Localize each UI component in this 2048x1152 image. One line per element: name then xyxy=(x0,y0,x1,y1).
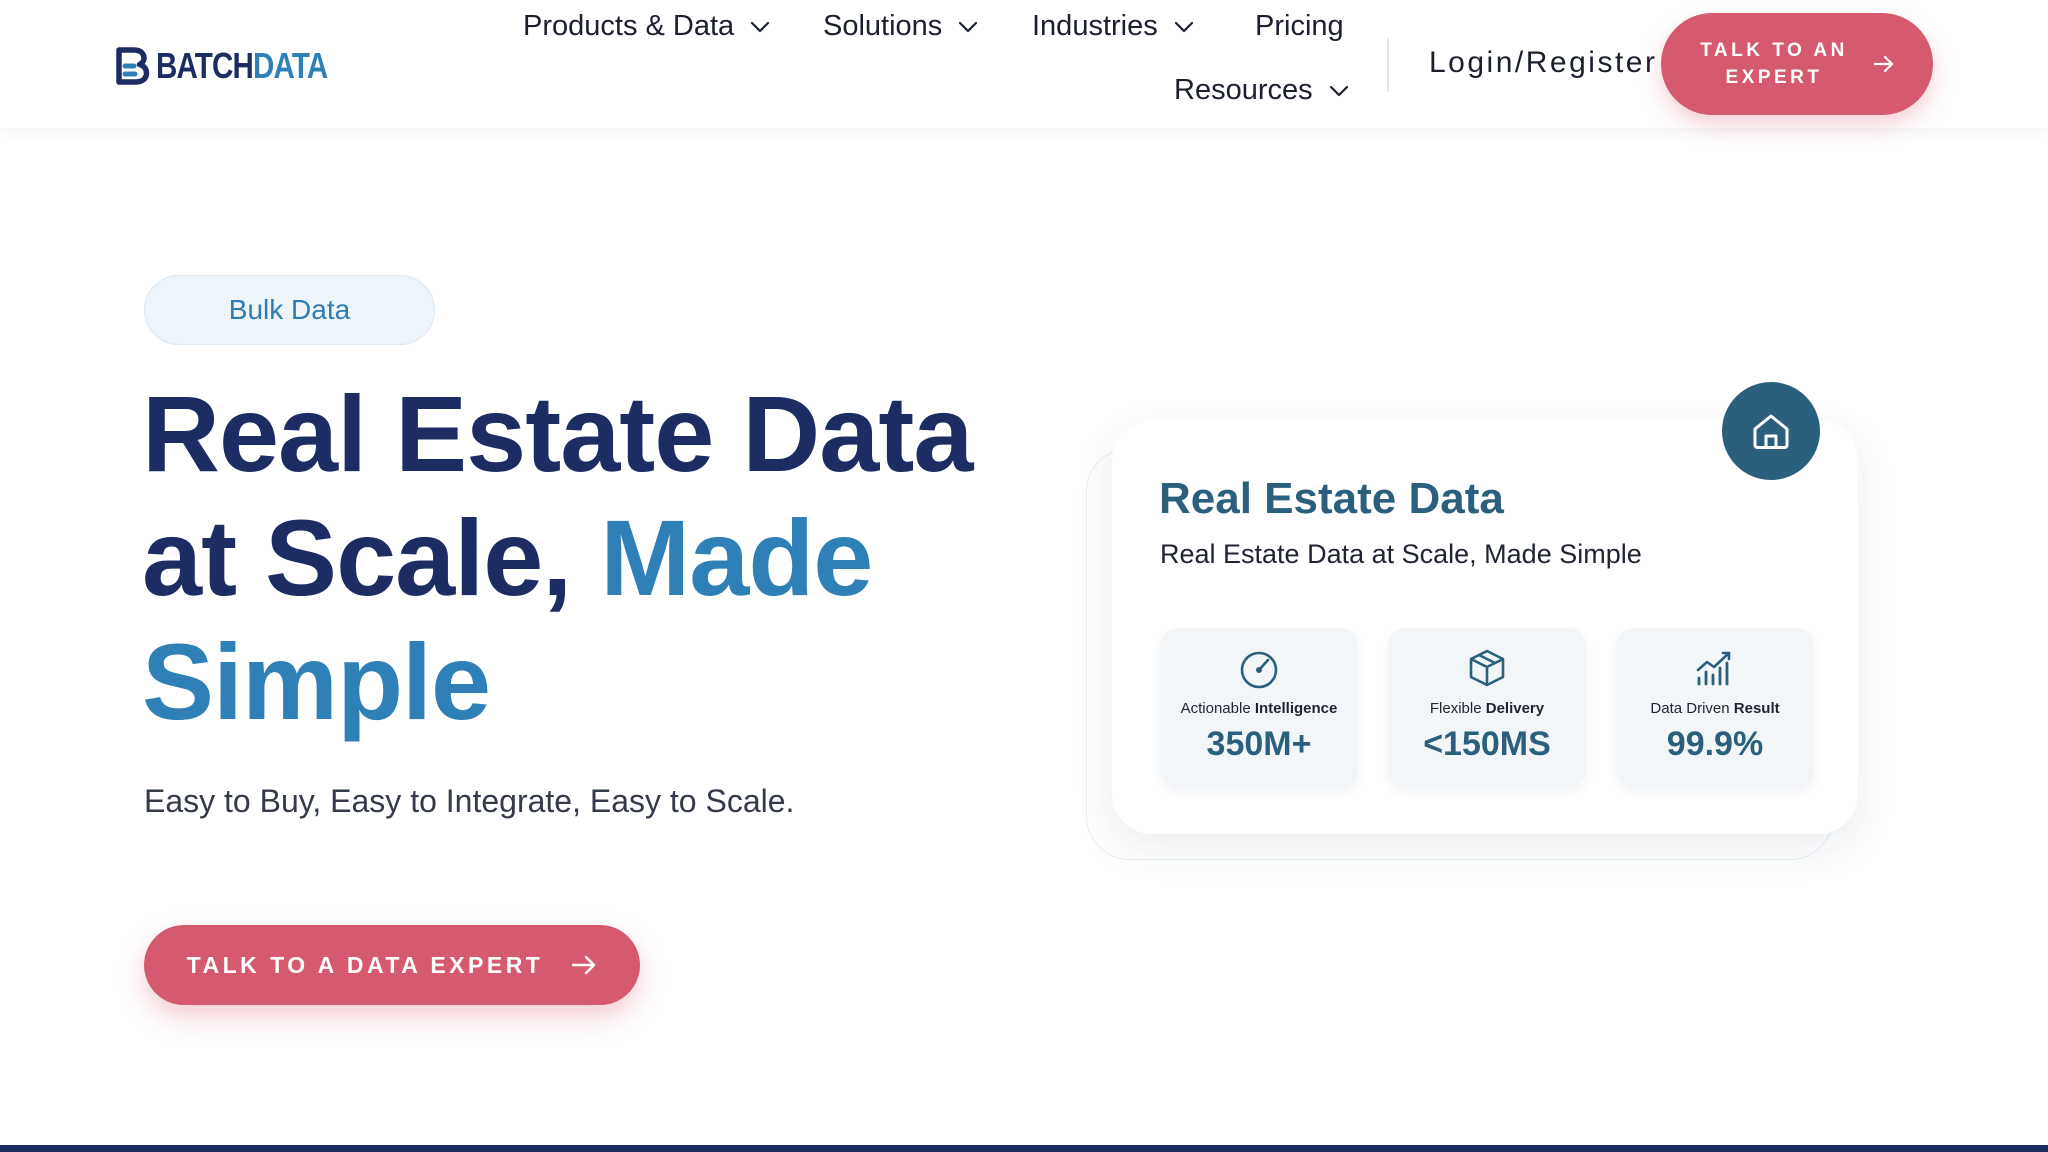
nav-pricing[interactable]: Pricing xyxy=(1255,10,1344,43)
stat-label-delivery: Flexible Delivery xyxy=(1388,700,1586,717)
hero-title-accent-made: Made xyxy=(600,497,873,618)
nav-divider xyxy=(1387,38,1389,92)
stat-label-intelligence: Actionable Intelligence xyxy=(1160,700,1358,717)
stat-label-bold: Delivery xyxy=(1485,700,1545,717)
hero-title-line-2-text: at Scale, xyxy=(142,497,572,618)
talk-to-expert-button[interactable]: TALK TO AN EXPERT xyxy=(1661,13,1933,115)
nav-resources-label: Resources xyxy=(1174,74,1313,106)
chevron-down-icon xyxy=(1329,85,1348,96)
hero-title-line-1: Real Estate Data xyxy=(142,373,973,494)
hero-title: Real Estate Data at Scale, Made Simple xyxy=(142,372,1042,744)
nav-resources[interactable]: Resources xyxy=(1174,74,1349,107)
nav-products-data-label: Products & Data xyxy=(523,10,735,42)
logo-wordmark: BATCH DATA xyxy=(156,45,328,87)
logo-text-batch: BATCH xyxy=(156,45,254,86)
bulk-data-badge: Bulk Data xyxy=(144,275,435,345)
arrow-right-icon xyxy=(1873,55,1894,73)
chevron-down-icon xyxy=(1174,21,1193,32)
chart-trend-icon xyxy=(1696,651,1731,686)
stat-card-delivery: Flexible Delivery <150MS xyxy=(1388,628,1586,788)
nav-pricing-label: Pricing xyxy=(1255,10,1344,42)
home-icon xyxy=(1753,414,1789,449)
logo[interactable]: BATCH DATA xyxy=(114,45,365,87)
stat-label-bold: Result xyxy=(1733,700,1780,717)
stat-card-intelligence: Actionable Intelligence 350M+ xyxy=(1160,628,1358,788)
nav-industries[interactable]: Industries xyxy=(1032,10,1194,43)
talk-to-expert-label: TALK TO AN EXPERT xyxy=(1700,40,1848,88)
batchdata-logo-icon xyxy=(116,47,150,85)
talk-to-data-expert-button[interactable]: TALK TO A DATA EXPERT xyxy=(144,925,640,1005)
stat-card-result: Data Driven Result 99.9% xyxy=(1616,628,1814,788)
nav-solutions[interactable]: Solutions xyxy=(823,10,978,43)
nav-products-data[interactable]: Products & Data xyxy=(523,10,770,43)
hero-subtitle: Easy to Buy, Easy to Integrate, Easy to … xyxy=(144,783,795,819)
stat-label-plain: Actionable xyxy=(1180,700,1251,717)
section-divider-bar xyxy=(0,1145,2048,1152)
nav-solutions-label: Solutions xyxy=(823,10,943,42)
card-subtitle: Real Estate Data at Scale, Made Simple xyxy=(1160,539,1642,569)
talk-to-data-expert-label: TALK TO A DATA EXPERT xyxy=(186,951,544,978)
nav-industries-label: Industries xyxy=(1032,10,1158,42)
stat-label-bold: Intelligence xyxy=(1254,700,1338,717)
arrow-right-icon xyxy=(572,955,596,975)
chevron-down-icon xyxy=(959,21,978,32)
stat-value-delivery: <150MS xyxy=(1423,725,1551,763)
stat-value-result: 99.9% xyxy=(1666,725,1764,763)
logo-text-data: DATA xyxy=(253,45,328,86)
hero-title-line-2: at Scale, Made xyxy=(142,496,1042,620)
stat-label-plain: Flexible xyxy=(1429,700,1482,717)
hero-title-accent-simple: Simple xyxy=(142,621,491,742)
home-badge xyxy=(1722,382,1820,480)
box-icon xyxy=(1469,649,1505,687)
site-header: BATCH DATA Products & Data Solutions Indu… xyxy=(0,0,2048,128)
stat-value-intelligence: 350M+ xyxy=(1206,725,1312,763)
login-register-link[interactable]: Login/Register xyxy=(1429,46,1657,80)
page: BATCH DATA Products & Data Solutions Indu… xyxy=(0,0,2048,1152)
stat-label-plain: Data Driven xyxy=(1650,700,1730,717)
card-title: Real Estate Data xyxy=(1159,474,1504,523)
gauge-icon xyxy=(1240,651,1278,689)
chevron-down-icon xyxy=(751,21,770,32)
stat-label-result: Data Driven Result xyxy=(1616,700,1814,717)
